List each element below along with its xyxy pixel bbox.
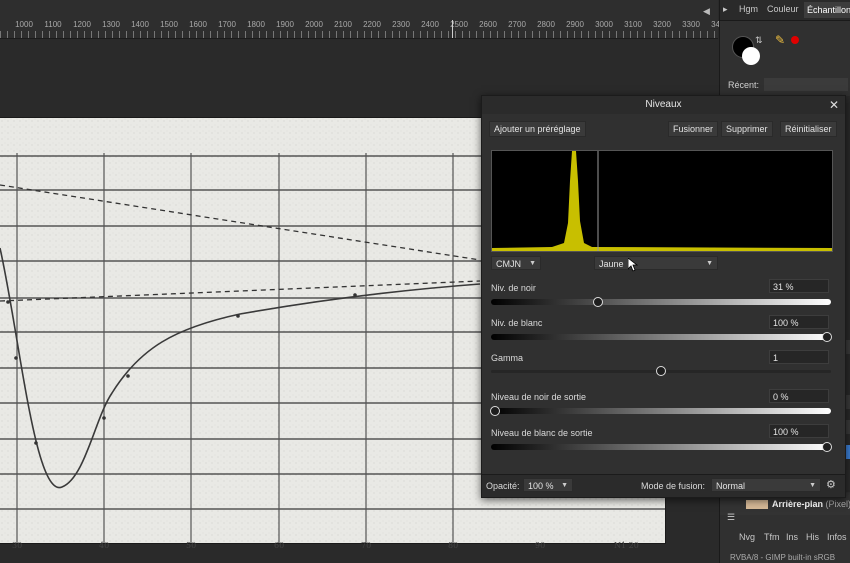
black-level-slider[interactable] xyxy=(491,297,831,307)
graph-axis-label: 80 xyxy=(448,541,459,550)
blend-mode-select[interactable]: Normal ▼ xyxy=(711,478,821,492)
recent-label: Récent: xyxy=(728,80,760,90)
white-level-handle[interactable] xyxy=(822,332,832,342)
tab-hgm[interactable]: Hgm xyxy=(739,4,758,14)
ruler-label: 2100 xyxy=(334,20,352,29)
white-level-value[interactable]: 100 % xyxy=(769,315,829,329)
dialog-title: Niveaux xyxy=(482,96,845,114)
reset-button[interactable]: Réinitialiser xyxy=(780,121,837,137)
chevron-left-icon[interactable]: ◀ xyxy=(703,6,710,17)
black-level-label: Niv. de noir xyxy=(491,283,536,293)
graph-axis-label: 40 xyxy=(99,541,110,550)
chevron-down-icon: ▼ xyxy=(561,482,568,489)
ruler-label: 1700 xyxy=(218,20,236,29)
ruler-label: 3200 xyxy=(653,20,671,29)
tab-tfm[interactable]: Tfm xyxy=(764,532,780,542)
ruler-label: 2400 xyxy=(421,20,439,29)
channel-select[interactable]: Jaune ▼ xyxy=(594,256,718,270)
tab-ins[interactable]: Ins xyxy=(786,532,798,542)
chevron-down-icon: ▼ xyxy=(706,260,713,267)
layer-stack-icon[interactable]: ☰ xyxy=(727,512,735,523)
horizontal-ruler: 1000 1100 1200 1300 1400 1500 1600 1700 1800 1900… xyxy=(0,0,729,39)
opacity-label: Opacité: xyxy=(486,481,520,491)
gamma-value[interactable]: 1 xyxy=(769,350,829,364)
bottom-panel-tabs: Nvg Tfm Ins His Infos xyxy=(720,530,850,546)
ruler-label: 3300 xyxy=(682,20,700,29)
ruler-label: 1200 xyxy=(73,20,91,29)
gamma-slider[interactable] xyxy=(491,366,831,376)
ruler-label: 1400 xyxy=(131,20,149,29)
output-white-slider[interactable] xyxy=(491,442,832,452)
panel-tabs: ▸ Hgm Couleur Échantillon xyxy=(720,0,850,21)
layer-thumbnail xyxy=(746,500,768,509)
ruler-label: 1600 xyxy=(189,20,207,29)
mouse-cursor-icon xyxy=(628,258,638,272)
output-black-label: Niveau de noir de sortie xyxy=(491,392,587,402)
ruler-label: 2600 xyxy=(479,20,497,29)
ruler-label: 2000 xyxy=(305,20,323,29)
white-level-label: Niv. de blanc xyxy=(491,318,543,328)
merge-button[interactable]: Fusionner xyxy=(668,121,719,137)
ruler-label: 1800 xyxy=(247,20,265,29)
color-model-select[interactable]: CMJN ▼ xyxy=(491,256,541,270)
tab-infos[interactable]: Infos xyxy=(827,532,847,542)
graph-axis-label: 90 xyxy=(535,541,546,550)
output-black-slider[interactable] xyxy=(490,406,831,416)
ruler-label: 2800 xyxy=(537,20,555,29)
chevron-down-icon: ▼ xyxy=(809,482,816,489)
black-level-handle[interactable] xyxy=(592,297,603,307)
levels-dialog: Niveaux ✕ Ajouter un préréglage Fusionne… xyxy=(481,95,846,498)
tab-couleur[interactable]: Couleur xyxy=(767,4,799,14)
layer-name: Arrière-plan (Pixel) xyxy=(772,499,850,509)
output-white-handle[interactable] xyxy=(822,442,832,452)
gamma-handle[interactable] xyxy=(656,366,666,376)
graph-axis-label: 50 xyxy=(186,541,197,550)
tab-nvg[interactable]: Nvg xyxy=(739,532,755,542)
gamma-label: Gamma xyxy=(491,353,524,363)
white-level-slider[interactable] xyxy=(491,332,832,342)
output-white-label: Niveau de blanc de sortie xyxy=(491,428,593,438)
ruler-label: 3100 xyxy=(624,20,642,29)
ruler-label: 1100 xyxy=(44,20,62,29)
color-profile-status: RVBA/8 - GIMP built-in sRGB xyxy=(730,553,836,562)
color-swatches: ⇅ ✎ xyxy=(720,21,850,76)
chevron-down-icon: ▼ xyxy=(529,260,536,267)
ruler-position-marker xyxy=(452,20,453,38)
histogram[interactable] xyxy=(491,150,833,252)
ruler-label: 2700 xyxy=(508,20,526,29)
ruler-label: 1500 xyxy=(160,20,178,29)
ruler-label: 2900 xyxy=(566,20,584,29)
gear-icon[interactable]: ⚙ xyxy=(826,478,836,491)
graph-x-axis: 30 40 50 60 70 80 90 N1 20 xyxy=(0,541,665,555)
ruler-label: 3000 xyxy=(595,20,613,29)
opacity-select[interactable]: 100 % ▼ xyxy=(523,478,573,492)
swap-colors-icon[interactable]: ⇅ xyxy=(755,35,763,46)
graph-axis-label: 60 xyxy=(274,541,285,550)
graph-axis-label: 70 xyxy=(361,541,372,550)
ruler-label: 2300 xyxy=(392,20,410,29)
graph-axis-label: 30 xyxy=(12,541,23,550)
graph-axis-mark: N1 20 xyxy=(614,541,639,550)
black-level-value[interactable]: 31 % xyxy=(769,279,829,293)
eyedropper-icon[interactable]: ✎ xyxy=(775,33,785,47)
output-white-value[interactable]: 100 % xyxy=(769,424,829,438)
ruler-label: 1000 xyxy=(15,20,33,29)
output-black-value[interactable]: 0 % xyxy=(769,389,829,403)
ruler-label: 1900 xyxy=(276,20,294,29)
ruler-label: 2200 xyxy=(363,20,381,29)
tab-his[interactable]: His xyxy=(806,532,819,542)
recent-colors-bar[interactable] xyxy=(764,78,848,91)
panel-menu-icon[interactable]: ▸ xyxy=(723,4,728,15)
close-icon[interactable]: ✕ xyxy=(829,98,839,112)
dialog-footer: Opacité: 100 % ▼ Mode de fusion: Normal ▼ … xyxy=(482,474,845,497)
output-black-handle[interactable] xyxy=(490,406,500,416)
ruler-label: 1300 xyxy=(102,20,120,29)
blend-mode-label: Mode de fusion: xyxy=(641,481,706,491)
add-preset-button[interactable]: Ajouter un préréglage xyxy=(489,121,586,137)
tab-echantillon[interactable]: Échantillon xyxy=(804,2,850,18)
secondary-color-swatch[interactable] xyxy=(742,47,760,65)
sampled-color-dot[interactable] xyxy=(791,36,799,44)
delete-button[interactable]: Supprimer xyxy=(721,121,773,137)
